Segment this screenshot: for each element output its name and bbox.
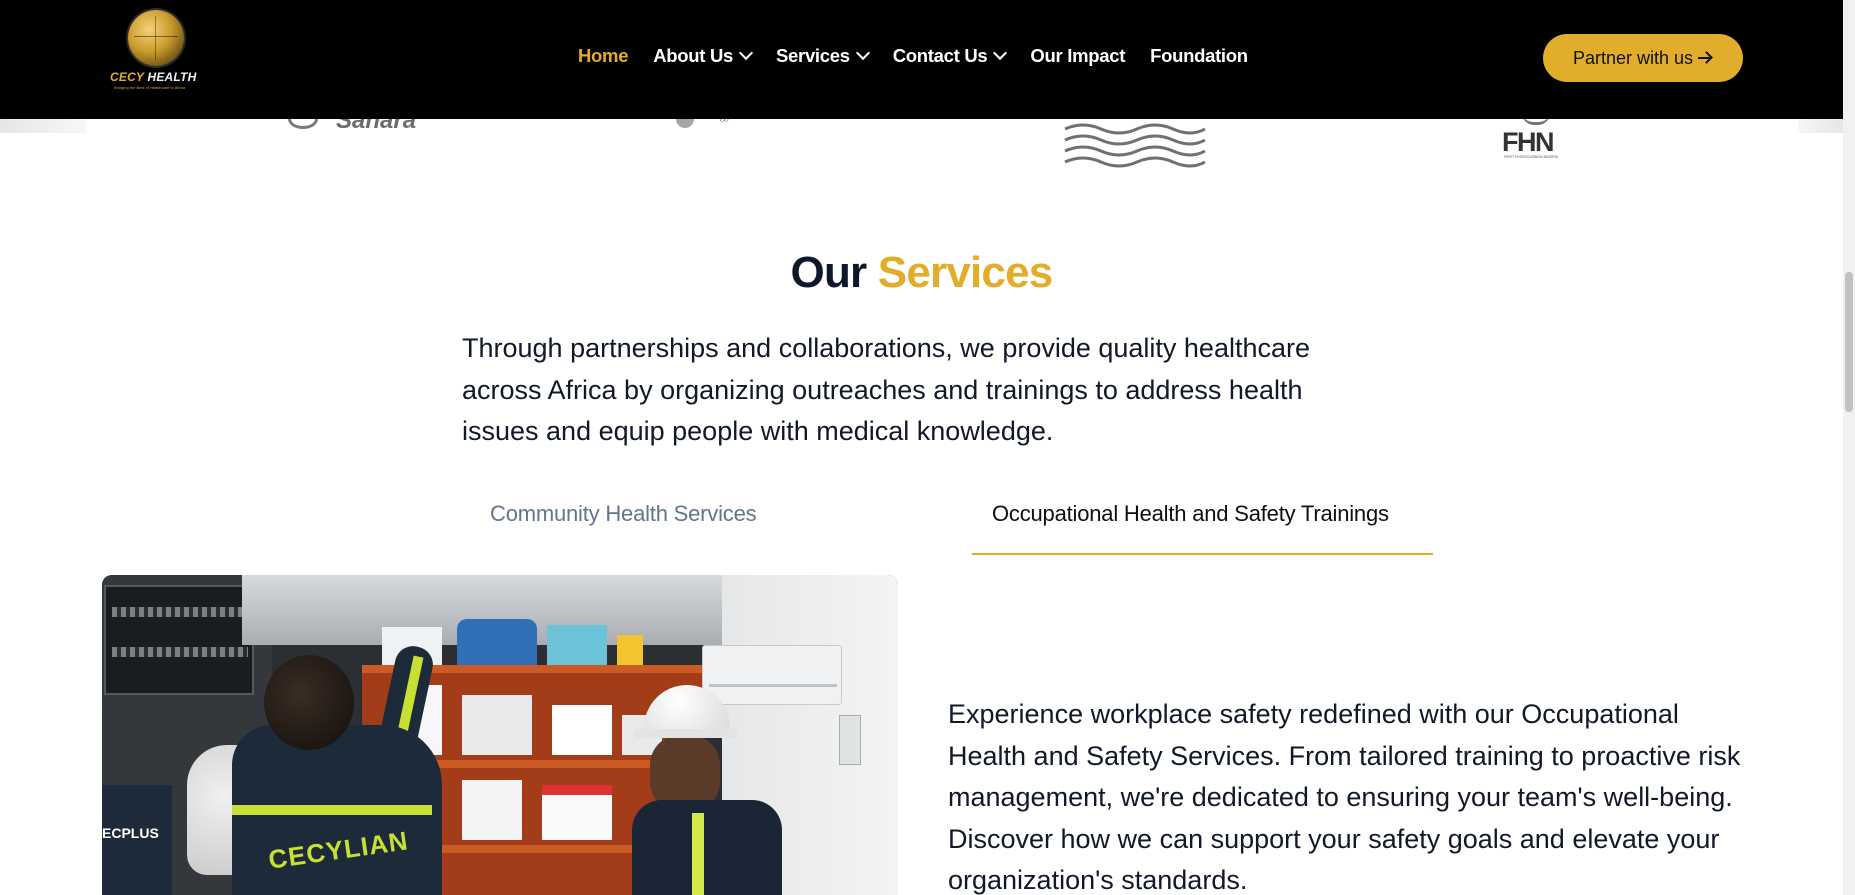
nav-home[interactable]: Home [578,45,629,67]
partner-with-us-button[interactable]: Partner with us [1543,34,1743,82]
medic-man-stripe [692,813,704,895]
logo-name: CECY [110,70,144,84]
medic-head [264,655,354,750]
chevron-down-icon [738,45,754,61]
nav-home-label: Home [578,45,629,66]
tab-community-health-services[interactable]: Community Health Services [490,501,757,527]
active-tab-indicator [972,553,1433,555]
nav-services-label: Services [776,45,850,66]
photo-wall-panel [839,715,861,765]
partner-logo-waves [1063,119,1207,169]
carousel-prev-fade [0,119,86,133]
photo-side-vest: ECPLUS [102,785,172,895]
scrollbar-thumb[interactable] [1845,272,1853,412]
medicine-box [552,705,612,755]
chevron-down-icon [855,45,870,61]
side-vest-text: ECPLUS [102,825,159,841]
partner-logo-fhn-sub: FIRST HYDROCARBON NIGERIA [1504,155,1558,159]
medicine-box [547,625,607,665]
services-heading-part2: Services [877,248,1053,297]
nav-about-us[interactable]: About Us [653,45,754,67]
partner-logo-fhn-text: FHN [1502,127,1555,157]
medicine-box [617,635,643,665]
partner-logo-fhn: FHN FIRST HYDROCARBON NIGERIA [1500,119,1572,159]
nav-foundation-label: Foundation [1150,45,1248,66]
tab-occupational-health-safety[interactable]: Occupational Health and Safety Trainings [992,501,1389,527]
globe-icon [128,10,184,66]
medic-stripe [232,805,432,815]
nav-contact-us[interactable]: Contact Us [892,45,1008,67]
carousel-next-fade [1798,119,1843,133]
services-heading-part1: Our [790,248,868,297]
arrow-right-icon [1698,51,1713,65]
logo-name-accent: HEALTH [147,70,197,84]
nav-services[interactable]: Services [776,45,870,67]
page-scrollbar[interactable] [1843,0,1855,895]
chevron-down-icon [993,45,1008,61]
cecy-health-logo[interactable]: CECY HEALTH Bringing the Best of Healthc… [108,8,204,90]
nav-our-impact-label: Our Impact [1030,45,1126,66]
site-header: CECY HEALTH Bringing the Best of Healthc… [0,0,1843,119]
occupational-description: Experience workplace safety redefined wi… [948,699,1741,895]
partner-button-label: Partner with us [1572,47,1694,68]
hard-hat-brim [634,729,738,738]
services-photo: ECPLUS CECYLIAN [102,575,898,895]
medicine-bag [457,619,537,665]
logo-tagline: Bringing the Best of Healthcare to Afric… [114,85,185,90]
logo-text: CECY HEALTH [110,70,204,84]
partner-logo-sahara: Sahara [288,107,428,134]
services-heading: Our Services [0,248,1843,298]
nav-contact-us-label: Contact Us [892,45,988,66]
medicine-box [462,780,522,840]
nav-about-us-label: About Us [653,45,734,66]
photo-medic-woman: CECYLIAN [232,642,462,895]
main-nav: Home About Us Services Contact Us Our Im… [578,42,1273,70]
waves-icon [1064,123,1206,168]
medicine-box [462,695,532,755]
photo-medic-man [632,685,802,895]
medic-man-body [632,800,782,895]
nav-foundation[interactable]: Foundation [1150,45,1248,67]
medicine-box [542,785,612,840]
services-description: Through partnerships and collaborations,… [462,333,1311,446]
nav-our-impact[interactable]: Our Impact [1030,45,1125,67]
